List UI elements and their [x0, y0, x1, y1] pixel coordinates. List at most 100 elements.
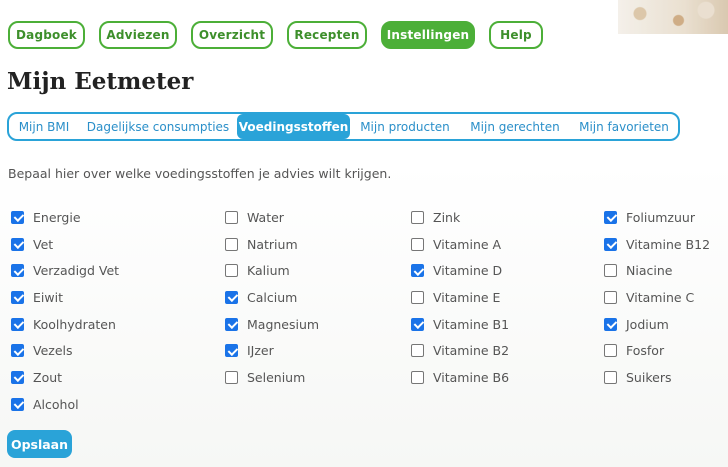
checkbox-checked[interactable]	[11, 237, 24, 251]
nav-overzicht-button[interactable]: Overzicht	[191, 21, 273, 49]
nutrient-label: Energie	[33, 209, 81, 225]
checkbox-unchecked[interactable]	[604, 264, 617, 278]
nutrient-option[interactable]: Calcium	[225, 284, 319, 311]
nutrient-option[interactable]: Kalium	[225, 257, 319, 284]
nutrient-option[interactable]: Selenium	[225, 364, 319, 391]
nav-adviezen-button[interactable]: Adviezen	[99, 21, 177, 49]
checkbox-unchecked[interactable]	[225, 370, 238, 384]
nav-recepten-button[interactable]: Recepten	[287, 21, 367, 49]
checkbox-checked[interactable]	[604, 237, 617, 251]
nutrient-option[interactable]: Vitamine A	[411, 231, 509, 258]
nutrient-option[interactable]: Fosfor	[604, 337, 710, 364]
nutrient-option[interactable]: Jodium	[604, 311, 710, 338]
checkbox-unchecked[interactable]	[411, 237, 424, 251]
nutrient-label: Calcium	[247, 289, 298, 305]
checkbox-unchecked[interactable]	[604, 290, 617, 304]
checkbox-checked[interactable]	[11, 344, 24, 358]
checkbox-unchecked[interactable]	[225, 210, 238, 224]
nutrient-label: Fosfor	[626, 343, 665, 359]
nutrient-option[interactable]: Suikers	[604, 364, 710, 391]
checkbox-checked[interactable]	[11, 210, 24, 224]
nutrient-option[interactable]: Koolhydraten	[11, 311, 119, 338]
nutrient-label: Eiwit	[33, 289, 63, 305]
nutrient-option[interactable]: Water	[225, 204, 319, 231]
nutrient-option[interactable]: Vitamine B1	[411, 311, 509, 338]
intro-text: Bepaal hier over welke voedingsstoffen j…	[8, 166, 392, 181]
nutrient-label: Foliumzuur	[626, 209, 695, 225]
nutrient-option[interactable]: Eiwit	[11, 284, 119, 311]
tab-mijn-favorieten[interactable]: Mijn favorieten	[570, 114, 678, 139]
checkbox-checked[interactable]	[11, 397, 24, 411]
nutrient-label: Verzadigd Vet	[33, 263, 120, 279]
nutrient-option[interactable]: Vitamine B6	[411, 364, 509, 391]
nutrient-label: Magnesium	[247, 316, 320, 332]
checkbox-unchecked[interactable]	[604, 370, 617, 384]
nutrient-label: Vitamine B6	[433, 369, 510, 385]
nutrient-option[interactable]: Magnesium	[225, 311, 319, 338]
nutrient-option[interactable]: IJzer	[225, 337, 319, 364]
checkbox-unchecked[interactable]	[604, 344, 617, 358]
nutrient-label: Vitamine C	[626, 289, 695, 305]
checkbox-checked[interactable]	[225, 290, 238, 304]
nutrient-option[interactable]: Vitamine E	[411, 284, 509, 311]
checkbox-checked[interactable]	[11, 290, 24, 304]
tab-mijn-bmi[interactable]: Mijn BMI	[9, 114, 79, 139]
tab-mijn-gerechten[interactable]: Mijn gerechten	[460, 114, 570, 139]
checkbox-unchecked[interactable]	[411, 210, 424, 224]
nutrient-option[interactable]: Foliumzuur	[604, 204, 710, 231]
header-food-photo	[618, 0, 728, 34]
nav-instellingen-button[interactable]: Instellingen	[381, 21, 475, 49]
checkbox-checked[interactable]	[411, 317, 424, 331]
checkbox-unchecked[interactable]	[225, 237, 238, 251]
nutrient-label: Vitamine D	[433, 263, 503, 279]
checkbox-unchecked[interactable]	[411, 290, 424, 304]
checkbox-checked[interactable]	[411, 264, 424, 278]
nutrient-option[interactable]: Verzadigd Vet	[11, 257, 119, 284]
tab-mijn-producten[interactable]: Mijn producten	[350, 114, 460, 139]
nutrient-label: Niacine	[626, 263, 673, 279]
nutrient-option[interactable]: Vitamine C	[604, 284, 710, 311]
nutrient-option[interactable]: Zink	[411, 204, 509, 231]
nutrient-option[interactable]: Zout	[11, 364, 119, 391]
nutrient-label: Natrium	[247, 236, 298, 252]
nutrient-label: Alcohol	[33, 396, 79, 412]
nutrient-option[interactable]: Niacine	[604, 257, 710, 284]
save-button[interactable]: Opslaan	[7, 430, 72, 458]
nutrient-label: Vitamine B2	[433, 343, 510, 359]
checkbox-checked[interactable]	[604, 317, 617, 331]
nutrient-column-2: Water Natrium Kalium Calcium Magnesium IJzer S…	[225, 204, 319, 391]
nutrient-label: Vitamine B12	[626, 236, 711, 252]
nutrient-option[interactable]: Vezels	[11, 337, 119, 364]
nutrient-option[interactable]: Alcohol	[11, 391, 119, 418]
nutrient-label: Kalium	[247, 263, 290, 279]
nutrient-label: Vitamine E	[433, 289, 501, 305]
nutrient-option[interactable]: Vitamine D	[411, 257, 509, 284]
nutrient-option[interactable]: Vitamine B2	[411, 337, 509, 364]
nutrient-label: Water	[247, 209, 284, 225]
tab-voedingsstoffen[interactable]: Voedingsstoffen	[237, 114, 350, 139]
nav-dagboek-button[interactable]: Dagboek	[8, 21, 85, 49]
checkbox-checked[interactable]	[11, 370, 24, 384]
nav-help-button[interactable]: Help	[489, 21, 543, 49]
nutrient-option[interactable]: Energie	[11, 204, 119, 231]
nutrient-label: Suikers	[626, 369, 672, 385]
checkbox-unchecked[interactable]	[411, 344, 424, 358]
nutrient-label: Koolhydraten	[33, 316, 116, 332]
nutrient-label: Vitamine B1	[433, 316, 510, 332]
nutrient-option[interactable]: Vitamine B12	[604, 231, 710, 258]
nutrient-label: Vet	[33, 236, 54, 252]
checkbox-checked[interactable]	[604, 210, 617, 224]
nutrient-column-3: Zink Vitamine A Vitamine D Vitamine E Vitami…	[411, 204, 509, 391]
checkbox-checked[interactable]	[225, 344, 238, 358]
nutrient-column-1: Energie Vet Verzadigd Vet Eiwit Koolhydraten…	[11, 204, 119, 418]
nutrient-label: Zout	[33, 369, 63, 385]
nutrient-option[interactable]: Vet	[11, 231, 119, 258]
tab-dagelijkse-consumpties[interactable]: Dagelijkse consumpties	[79, 114, 237, 139]
nutrient-option[interactable]: Natrium	[225, 231, 319, 258]
page-title: Mijn Eetmeter	[7, 68, 194, 95]
checkbox-unchecked[interactable]	[225, 264, 238, 278]
checkbox-checked[interactable]	[225, 317, 238, 331]
checkbox-checked[interactable]	[11, 317, 24, 331]
checkbox-checked[interactable]	[11, 264, 24, 278]
checkbox-unchecked[interactable]	[411, 370, 424, 384]
